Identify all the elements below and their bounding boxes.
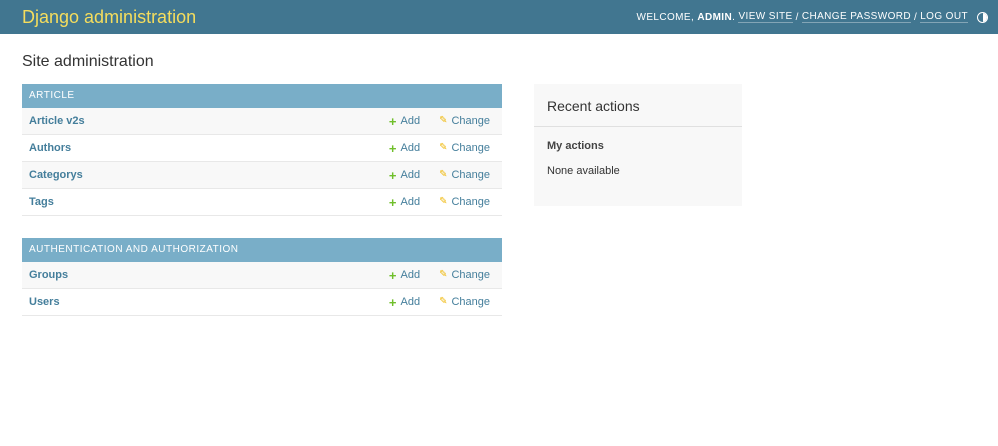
pencil-icon: ✎ [439, 296, 448, 307]
pencil-icon: ✎ [439, 169, 448, 180]
change-link[interactable]: ✎ Change [439, 296, 490, 308]
model-link[interactable]: Article v2s [29, 115, 85, 127]
change-label: Change [451, 269, 490, 281]
change-password-link[interactable]: Change password [801, 11, 911, 23]
model-actions: + Add ✎ Change [389, 296, 490, 309]
app-module-auth: Authentication and Authorization Groups … [22, 238, 502, 316]
empty-actions-text: None available [547, 165, 620, 177]
model-actions: + Add ✎ Change [389, 196, 490, 209]
add-link[interactable]: + Add [389, 269, 420, 282]
model-list: Article v2s + Add ✎ Change Authors + Add ✎ C… [22, 108, 502, 216]
model-row: Tags + Add ✎ Change [22, 189, 502, 216]
change-link[interactable]: ✎ Change [439, 169, 490, 181]
separator: / [914, 11, 918, 23]
change-link[interactable]: ✎ Change [439, 196, 490, 208]
model-actions: + Add ✎ Change [389, 115, 490, 128]
user-tools: Welcome, admin. View site / Change passw… [636, 11, 988, 23]
my-actions-heading: My actions [547, 140, 604, 152]
model-link[interactable]: Categorys [29, 169, 83, 181]
model-link[interactable]: Users [29, 296, 60, 308]
content: Site administration [0, 51, 998, 73]
change-label: Change [451, 115, 490, 127]
app-module-article: Article Article v2s + Add ✎ Change Authors… [22, 84, 502, 216]
pencil-icon: ✎ [439, 142, 448, 153]
change-link[interactable]: ✎ Change [439, 269, 490, 281]
pencil-icon: ✎ [439, 196, 448, 207]
log-out-link[interactable]: Log out [920, 11, 968, 23]
model-actions: + Add ✎ Change [389, 269, 490, 282]
add-icon: + [388, 167, 397, 183]
separator: / [795, 11, 799, 23]
add-link[interactable]: + Add [389, 115, 420, 128]
add-label: Add [400, 196, 421, 208]
page-title: Site administration [22, 53, 154, 70]
model-row: Users + Add ✎ Change [22, 289, 502, 316]
model-actions: + Add ✎ Change [389, 169, 490, 182]
model-row: Article v2s + Add ✎ Change [22, 108, 502, 135]
change-label: Change [451, 169, 490, 181]
recent-actions-panel: Recent actions My actions None available [534, 84, 742, 206]
pencil-icon: ✎ [439, 115, 448, 126]
add-label: Add [400, 269, 421, 281]
add-label: Add [400, 296, 421, 308]
add-label: Add [400, 142, 421, 154]
model-link[interactable]: Authors [29, 142, 71, 154]
model-link[interactable]: Tags [29, 196, 54, 208]
add-icon: + [388, 194, 397, 210]
add-link[interactable]: + Add [389, 196, 420, 209]
model-list: Groups + Add ✎ Change Users + Add ✎ Change [22, 262, 502, 316]
site-branding[interactable]: Django administration [22, 7, 196, 28]
add-icon: + [388, 294, 397, 310]
model-link[interactable]: Groups [29, 269, 68, 281]
add-icon: + [388, 140, 397, 156]
model-row: Groups + Add ✎ Change [22, 262, 502, 289]
change-link[interactable]: ✎ Change [439, 115, 490, 127]
username: admin [697, 11, 733, 23]
change-link[interactable]: ✎ Change [439, 142, 490, 154]
change-label: Change [451, 296, 490, 308]
add-link[interactable]: + Add [389, 169, 420, 182]
model-row: Categorys + Add ✎ Change [22, 162, 502, 189]
model-row: Authors + Add ✎ Change [22, 135, 502, 162]
model-actions: + Add ✎ Change [389, 142, 490, 155]
module-caption[interactable]: Article [22, 84, 502, 108]
theme-toggle-icon[interactable] [977, 11, 988, 23]
add-label: Add [400, 115, 421, 127]
recent-actions-title: Recent actions [534, 84, 742, 127]
change-label: Change [451, 196, 490, 208]
add-label: Add [400, 169, 421, 181]
welcome-text: Welcome, [636, 11, 695, 23]
change-label: Change [451, 142, 490, 154]
add-icon: + [388, 267, 397, 283]
add-link[interactable]: + Add [389, 296, 420, 309]
view-site-link[interactable]: View site [738, 11, 793, 23]
add-link[interactable]: + Add [389, 142, 420, 155]
top-header: Django administration Welcome, admin. Vi… [0, 0, 998, 34]
module-caption[interactable]: Authentication and Authorization [22, 238, 502, 262]
pencil-icon: ✎ [439, 269, 448, 280]
add-icon: + [388, 113, 397, 129]
